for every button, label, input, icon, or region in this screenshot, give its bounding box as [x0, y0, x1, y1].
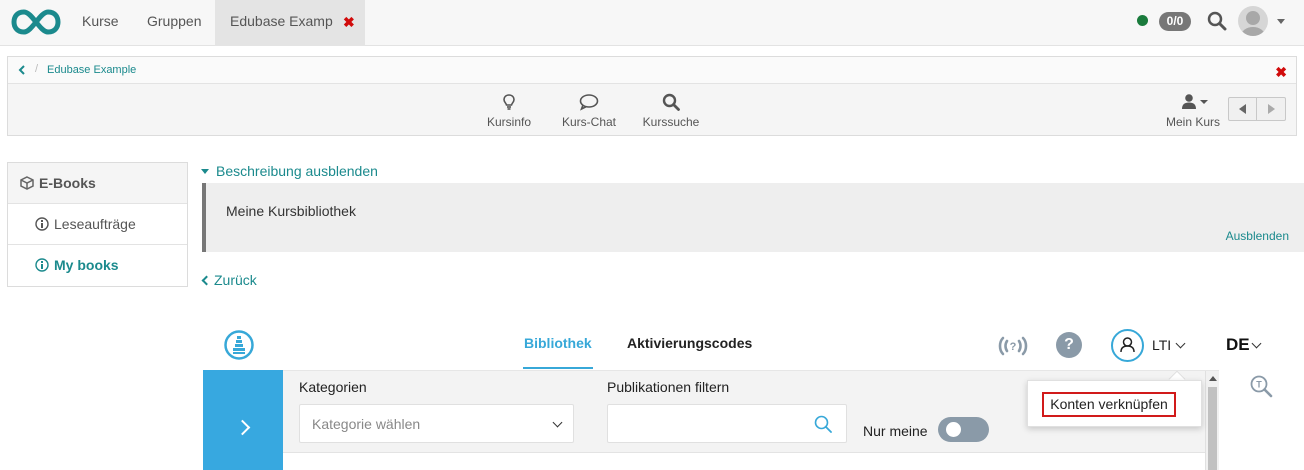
- online-status-icon[interactable]: [1137, 15, 1148, 26]
- scrollbar-thumb[interactable]: [1208, 387, 1217, 470]
- chevron-down-icon[interactable]: [1251, 338, 1262, 349]
- openolat-logo-icon[interactable]: [10, 8, 62, 36]
- user-icon: [1120, 337, 1135, 353]
- description-text: Meine Kursbibliothek: [226, 203, 356, 219]
- course-description: Meine Kursbibliothek Ausblenden: [202, 183, 1304, 252]
- active-tab-indicator: [523, 367, 593, 369]
- course-pager: [1228, 97, 1286, 121]
- nav-tab-course-label[interactable]: Edubase Example: [230, 0, 333, 43]
- mein-kurs-label: Mein Kurs: [1165, 115, 1221, 129]
- previous-button[interactable]: [1229, 98, 1257, 120]
- breadcrumb-course-link[interactable]: Edubase Example: [47, 64, 136, 76]
- sidebar-item-leseauftraege[interactable]: Leseaufträge: [8, 204, 187, 245]
- caret-right-icon: [1268, 104, 1275, 114]
- sidebar-item-ebooks[interactable]: E-Books: [8, 163, 187, 204]
- caret-down-icon: [201, 169, 209, 174]
- category-label: Kategorien: [299, 379, 367, 395]
- publication-filter-input[interactable]: [607, 404, 847, 443]
- tab-aktivierungscodes[interactable]: Aktivierungscodes: [627, 335, 752, 351]
- back-link[interactable]: Zurück: [201, 272, 257, 288]
- next-button[interactable]: [1258, 98, 1286, 120]
- cube-icon: [20, 176, 34, 190]
- only-mine-label: Nur meine: [863, 423, 928, 439]
- search-icon[interactable]: [814, 415, 832, 433]
- kursinfo-label: Kursinfo: [486, 115, 532, 129]
- language-selector[interactable]: DE: [1226, 335, 1250, 355]
- nav-tab-course[interactable]: Edubase Example ✖: [215, 0, 365, 46]
- course-menu: E-Books Leseaufträge My books: [7, 162, 188, 287]
- chevron-right-icon: [234, 419, 251, 436]
- user-account-button[interactable]: [1111, 329, 1144, 362]
- chevron-down-icon: [552, 417, 563, 428]
- close-course-icon[interactable]: ✖: [1275, 64, 1287, 81]
- user-name-label[interactable]: LTI: [1152, 337, 1171, 353]
- kursinfo-button[interactable]: Kursinfo: [481, 93, 537, 129]
- toggle-description-link[interactable]: Beschreibung ausblenden: [201, 163, 378, 179]
- mein-kurs-button[interactable]: Mein Kurs: [1162, 93, 1224, 129]
- chevron-left-icon[interactable]: [18, 65, 26, 75]
- close-tab-icon[interactable]: ✖: [343, 14, 355, 31]
- breadcrumb-separator: /: [35, 63, 39, 75]
- toggle-description-label: Beschreibung ausblenden: [216, 163, 378, 179]
- expand-sidebar-button[interactable]: [203, 370, 283, 470]
- scroll-up-icon[interactable]: [1209, 376, 1217, 381]
- svg-text:T: T: [1256, 380, 1262, 390]
- category-select[interactable]: Kategorie wählen: [299, 404, 574, 443]
- notification-counter-badge[interactable]: 0/0: [1159, 12, 1191, 31]
- info-circle-icon: [35, 217, 49, 231]
- scrollbar[interactable]: [1205, 371, 1219, 470]
- only-mine-toggle[interactable]: [938, 417, 989, 442]
- category-placeholder: Kategorie wählen: [312, 416, 421, 432]
- lightbulb-icon: [503, 94, 515, 110]
- avatar-silhouette-icon: [1241, 11, 1265, 36]
- chevron-left-icon: [201, 275, 212, 286]
- chevron-down-icon[interactable]: [1175, 338, 1186, 349]
- tab-bibliothek[interactable]: Bibliothek: [524, 335, 592, 351]
- course-toolbar: / Edubase Example ✖ Kursinfo Kurs-Chat K…: [7, 56, 1297, 136]
- hide-description-link[interactable]: Ausblenden: [1226, 229, 1289, 243]
- chevron-down-icon[interactable]: [1277, 19, 1285, 24]
- sidebar-item-ebooks-label: E-Books: [39, 175, 96, 191]
- info-circle-icon: [35, 258, 49, 272]
- edubase-logo-icon[interactable]: [224, 330, 254, 360]
- kurs-chat-label: Kurs-Chat: [561, 115, 617, 129]
- kurs-chat-button[interactable]: Kurs-Chat: [559, 93, 619, 129]
- kurssuche-label: Kurssuche: [642, 115, 700, 129]
- nav-gruppen[interactable]: Gruppen: [147, 0, 201, 46]
- help-button[interactable]: ?: [1056, 332, 1082, 358]
- search-icon: [662, 93, 680, 111]
- kurssuche-button[interactable]: Kurssuche: [641, 93, 701, 129]
- chat-bubble-icon: [579, 94, 599, 111]
- top-navbar: Kurse Gruppen Edubase Example ✖ 0/0: [0, 0, 1304, 46]
- user-dropdown-menu: Konten verknüpfen: [1027, 380, 1202, 427]
- publication-filter-label: Publikationen filtern: [607, 379, 730, 395]
- breadcrumb: / Edubase Example ✖: [8, 57, 1296, 84]
- sidebar-item-leseauftraege-label: Leseaufträge: [54, 216, 136, 232]
- text-zoom-icon[interactable]: T: [1249, 374, 1273, 398]
- user-dropdown-icon: [1182, 94, 1208, 109]
- svg-text:?: ?: [1010, 341, 1017, 353]
- caret-left-icon: [1239, 104, 1246, 114]
- link-accounts-menu-item[interactable]: Konten verknüpfen: [1042, 392, 1176, 417]
- sidebar-item-my-books-label: My books: [54, 257, 119, 273]
- search-icon[interactable]: [1207, 11, 1227, 31]
- sidebar-item-my-books[interactable]: My books: [8, 245, 187, 286]
- results-area: [283, 453, 1205, 470]
- user-avatar[interactable]: [1238, 6, 1268, 36]
- back-link-label: Zurück: [214, 272, 257, 288]
- nav-kurse[interactable]: Kurse: [82, 0, 119, 46]
- toggle-knob: [946, 422, 961, 437]
- connection-status-icon[interactable]: ?: [997, 334, 1029, 358]
